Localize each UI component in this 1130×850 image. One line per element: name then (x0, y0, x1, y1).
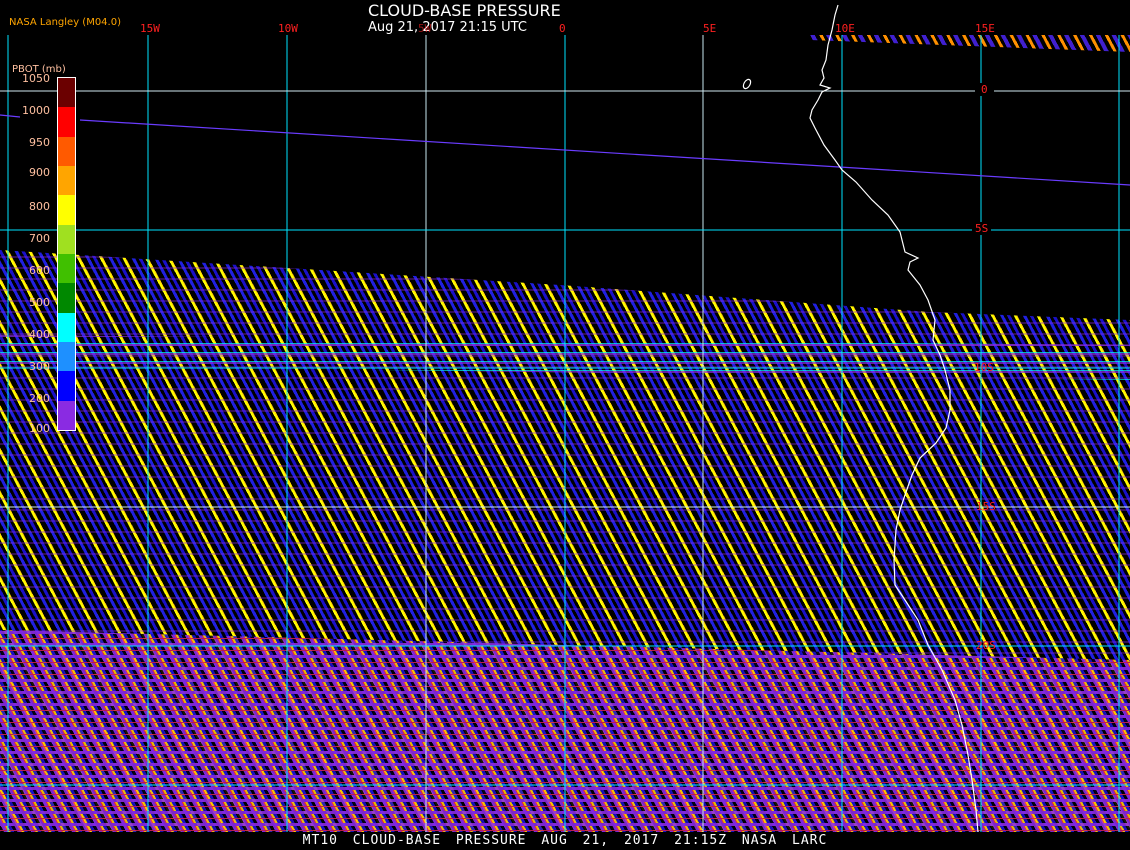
colorbar-swatch (58, 371, 75, 401)
island-outline (742, 78, 752, 90)
colorbar-tick-label: 300 (29, 360, 50, 373)
colorbar-swatch (58, 78, 75, 108)
graticule (0, 35, 1130, 832)
colorbar-swatch (58, 224, 75, 254)
lon-label-15w: 15W (140, 22, 160, 35)
lat-label-20s: 20S (976, 639, 996, 652)
producer-label: NASA Langley (M04.0) (9, 17, 121, 28)
colorbar-tick-label: 100 (29, 422, 50, 435)
colorbar-swatch (58, 195, 75, 225)
colorbar-tick-label: 600 (29, 264, 50, 277)
satellite-track-line (79, 119, 1130, 186)
colorbar-tick-label: 900 (29, 166, 50, 179)
footer-caption: MT10 CLOUD-BASE PRESSURE AUG 21, 2017 21… (0, 832, 1130, 850)
colorbar-tick-label: 950 (29, 136, 50, 149)
colorbar-swatch (58, 341, 75, 372)
lon-label-10e: 10E (835, 22, 855, 35)
map-title: CLOUD-BASE PRESSURE (368, 1, 561, 20)
lon-label-10w: 10W (278, 22, 298, 35)
colorbar-swatch (58, 400, 75, 430)
colorbar-tick-label: 1050 (22, 72, 50, 85)
colorbar-swatch (58, 283, 75, 313)
colorbar-tick-label: 700 (29, 232, 50, 245)
lon-label-5e: 5E (703, 22, 717, 35)
colorbar-swatch (58, 312, 75, 342)
colorbar-swatch (58, 107, 75, 137)
lat-label-0: 0 (975, 83, 994, 96)
lat-label-10s: 10S (974, 361, 994, 374)
colorbar-tick-label: 1000 (22, 104, 50, 117)
map-timestamp: Aug 21, 2017 21:15 UTC (368, 20, 527, 35)
satellite-map-view: CLOUD-BASE PRESSURE Aug 21, 2017 21:15 U… (0, 0, 1130, 850)
lat-label-15s: 15S (976, 500, 996, 513)
lon-label-0: 0 (559, 22, 566, 35)
colorbar-tick-label: 400 (29, 328, 50, 341)
colorbar-tick-label: 500 (29, 296, 50, 309)
map-overlay (0, 4, 1130, 833)
lon-label-15e: 15E (975, 22, 995, 35)
colorbar-tick-label: 800 (29, 200, 50, 213)
colorbar-tick-label: 200 (29, 392, 50, 405)
lon-label-5w: 5W (418, 22, 432, 35)
colorbar-swatch (58, 136, 75, 166)
lat-label-5s: 5S (972, 222, 992, 235)
colorbar-swatch (58, 165, 75, 196)
colorbar-swatch (58, 253, 75, 284)
colorbar (57, 77, 76, 431)
coastline-africa (809, 4, 979, 833)
